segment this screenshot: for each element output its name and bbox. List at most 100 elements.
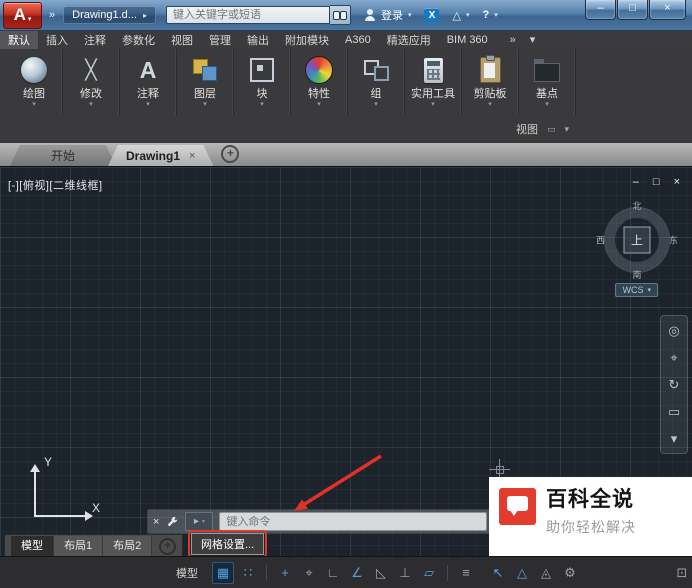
polar-tracking-button[interactable]: ∠ bbox=[347, 563, 367, 583]
clean-screen-button[interactable]: ⊡ bbox=[672, 563, 692, 583]
search-input[interactable] bbox=[166, 6, 330, 24]
draw-panel-icon bbox=[21, 57, 47, 83]
ribbon-tab-view[interactable]: 视图 bbox=[163, 30, 201, 49]
chevron-down-icon: ▾ bbox=[32, 100, 36, 109]
panel-pin-icon[interactable]: ▭ bbox=[547, 124, 556, 135]
minimize-button[interactable]: – bbox=[585, 0, 616, 20]
ribbon-panel-annotate[interactable]: A 注释 ▾ bbox=[120, 49, 177, 115]
dynamic-input-button[interactable]: ⌖ bbox=[299, 563, 319, 583]
panel-label: 注释 bbox=[137, 88, 159, 100]
ribbon-tab-bim360[interactable]: BIM 360 bbox=[439, 30, 496, 49]
wcs-label: WCS bbox=[622, 285, 643, 295]
ribbon-panel-layers[interactable]: 图层 ▾ bbox=[177, 49, 234, 115]
a360-button[interactable]: △ ▾ bbox=[452, 9, 469, 22]
new-layout-button[interactable]: + bbox=[159, 538, 176, 555]
ribbon-tab-default[interactable]: 默认 bbox=[0, 30, 38, 49]
chevron-down-icon[interactable]: ▾ bbox=[565, 124, 570, 135]
object-snap-button[interactable]: ▱ bbox=[419, 563, 439, 583]
viewcube-west-label[interactable]: 西 bbox=[596, 234, 605, 247]
viewport-close-icon[interactable]: × bbox=[674, 176, 680, 188]
application-menu-button[interactable]: A ▾ bbox=[3, 2, 42, 29]
wrench-icon[interactable] bbox=[165, 515, 179, 529]
viewcube-north-label[interactable]: 北 bbox=[632, 199, 641, 212]
orbit-icon[interactable]: ↻ bbox=[669, 378, 680, 391]
document-title-chip[interactable]: Drawing1.d... ▸ bbox=[63, 6, 156, 24]
signin-button[interactable]: 登录 ▾ bbox=[364, 7, 412, 23]
ribbon-tab-addins[interactable]: 附加模块 bbox=[277, 30, 337, 49]
prompt-arrow-icon: ▸ bbox=[194, 516, 199, 527]
viewport-window-controls: – □ × bbox=[633, 176, 680, 188]
layout-tab-model[interactable]: 模型 bbox=[11, 536, 54, 556]
lineweight-button[interactable]: ≡ bbox=[456, 563, 476, 583]
view-panel-title[interactable]: 视图 ▭ ▾ bbox=[516, 121, 569, 137]
viewport-restore-icon[interactable]: □ bbox=[653, 176, 660, 188]
chevron-down-icon: ▾ bbox=[488, 100, 492, 109]
ribbon-panel-block[interactable]: 块 ▾ bbox=[234, 49, 291, 115]
annotation-visibility-button[interactable]: △ bbox=[512, 563, 532, 583]
snap-mode-button[interactable]: ∷ bbox=[238, 563, 258, 583]
annotate-panel-icon: A bbox=[140, 59, 157, 82]
ribbon-panel-properties[interactable]: 特性 ▾ bbox=[291, 49, 348, 115]
close-button[interactable]: × bbox=[649, 0, 686, 20]
isometric-drafting-button[interactable]: ◺ bbox=[371, 563, 391, 583]
panel-label: 图层 bbox=[194, 88, 216, 100]
navbar-more-icon[interactable]: ▾ bbox=[671, 432, 678, 445]
chevron-down-icon: ▾ bbox=[89, 100, 93, 109]
viewcube-south-label[interactable]: 南 bbox=[632, 268, 641, 281]
viewport-controls-label[interactable]: [-][俯视][二维线框] bbox=[8, 177, 103, 193]
help-button[interactable]: ? ▾ bbox=[482, 9, 497, 21]
viewcube-east-label[interactable]: 东 bbox=[669, 234, 678, 247]
document-title: Drawing1.d... bbox=[72, 9, 137, 21]
annotation-scale-button[interactable]: ◬ bbox=[536, 563, 556, 583]
quick-access-expand-icon[interactable]: » bbox=[49, 9, 55, 21]
model-space-button[interactable]: 模型 bbox=[166, 565, 208, 581]
workspace-gear-button[interactable]: ⚙ bbox=[560, 563, 580, 583]
infer-constraints-button[interactable]: + bbox=[275, 563, 295, 583]
ribbon-tab-manage[interactable]: 管理 bbox=[201, 30, 239, 49]
ribbon-tab-output[interactable]: 输出 bbox=[239, 30, 277, 49]
panel-label: 剪贴板 bbox=[474, 88, 507, 100]
wcs-selector[interactable]: WCS ▾ bbox=[615, 283, 658, 297]
chevron-down-icon: ▾ bbox=[408, 11, 412, 19]
watermark-text: 百科全说 助你轻松解决 bbox=[546, 488, 636, 537]
view-cube[interactable]: 北 南 西 东 上 bbox=[598, 201, 676, 279]
pan-icon[interactable]: ⌖ bbox=[670, 351, 677, 364]
grid-settings-menu-item[interactable]: 网格设置... bbox=[191, 533, 264, 555]
utilities-calculator-icon bbox=[424, 58, 443, 83]
ribbon-panel-draw[interactable]: 绘图 ▾ bbox=[6, 49, 63, 115]
ribbon-tab-a360[interactable]: A360 bbox=[337, 30, 379, 49]
file-tab-start[interactable]: 开始 bbox=[10, 145, 116, 166]
ribbon-panel-clipboard[interactable]: 剪贴板 ▾ bbox=[462, 49, 519, 115]
viewport-minimize-icon[interactable]: – bbox=[633, 176, 639, 188]
ribbon-tab-parametric[interactable]: 参数化 bbox=[114, 30, 163, 49]
grid-display-button[interactable]: ▦ bbox=[212, 562, 234, 584]
ortho-mode-button[interactable]: ∟ bbox=[323, 563, 343, 583]
new-tab-button[interactable]: + bbox=[221, 145, 239, 163]
selection-cycling-button[interactable]: ↖ bbox=[488, 563, 508, 583]
navigation-wheel-icon[interactable]: ◎ bbox=[668, 324, 679, 337]
viewcube-top-face[interactable]: 上 bbox=[624, 227, 651, 254]
ribbon-panel-utilities[interactable]: 实用工具 ▾ bbox=[405, 49, 462, 115]
ribbon-tab-insert[interactable]: 插入 bbox=[38, 30, 76, 49]
zoom-extents-icon[interactable]: ▭ bbox=[668, 405, 680, 418]
ribbon-panel-basepoint[interactable]: 基点 ▾ bbox=[519, 49, 576, 115]
command-input[interactable] bbox=[219, 512, 487, 531]
ribbon-collapse-icon[interactable]: ▾ bbox=[530, 33, 536, 46]
file-tab-drawing1[interactable]: Drawing1 × bbox=[108, 145, 213, 166]
layout-tab-bar: 模型 布局1 布局2 + bbox=[4, 534, 183, 558]
ribbon-panel-modify[interactable]: ╳ 修改 ▾ bbox=[63, 49, 120, 115]
ribbon-tab-featured-apps[interactable]: 精选应用 bbox=[379, 30, 439, 49]
command-prompt-button[interactable]: ▸ ▾ bbox=[185, 512, 213, 531]
restore-button[interactable]: □ bbox=[617, 0, 648, 20]
search-binoculars-icon[interactable] bbox=[330, 5, 351, 25]
object-snap-tracking-button[interactable]: ⊥ bbox=[395, 563, 415, 583]
ribbon-tab-extras: » ▾ bbox=[510, 30, 536, 49]
command-close-icon[interactable]: × bbox=[153, 516, 159, 528]
layout-tab-layout1[interactable]: 布局1 bbox=[54, 536, 103, 556]
ribbon-panel-groups[interactable]: 组 ▾ bbox=[348, 49, 405, 115]
close-tab-icon[interactable]: × bbox=[189, 150, 195, 162]
layout-tab-layout2[interactable]: 布局2 bbox=[103, 536, 152, 556]
ribbon-overflow-icon[interactable]: » bbox=[510, 34, 516, 46]
exchange-apps-button[interactable]: X bbox=[424, 8, 439, 23]
ribbon-tab-annotate[interactable]: 注释 bbox=[76, 30, 114, 49]
